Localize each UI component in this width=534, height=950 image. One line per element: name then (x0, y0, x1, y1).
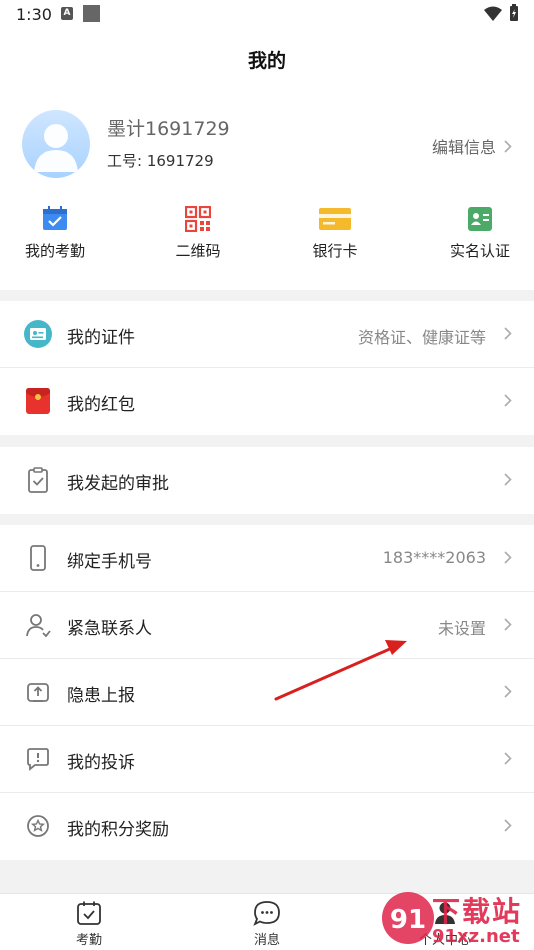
qr-code-icon (185, 206, 211, 232)
employee-id: 工号: 1691729 (107, 152, 214, 170)
tab-attendance-label: 考勤 (75, 933, 102, 948)
page-title: 我的 (247, 50, 286, 72)
watermark-logo-text: 91 (390, 905, 426, 935)
chevron-right-icon (504, 473, 512, 486)
site-watermark: 91 下载站 91xz.net (378, 888, 534, 950)
watermark-text: 下载站 (432, 895, 523, 928)
id-card-icon (468, 207, 492, 231)
watermark-logo-icon: 91 (382, 892, 434, 944)
notification-a-icon: A (61, 7, 73, 20)
quick-qr-code-label: 二维码 (175, 242, 221, 260)
menu-item-emergency-contact-value: 未设置 (437, 619, 486, 638)
star-medal-icon (27, 815, 49, 837)
clipboard-check-icon (28, 467, 48, 493)
user-name: 墨计1691729 (107, 118, 230, 140)
menu-item-approvals[interactable]: 我发起的审批 (0, 447, 534, 514)
chevron-right-icon (504, 618, 512, 631)
menu-item-emergency-contact-label: 紧急联系人 (67, 619, 152, 639)
menu-item-complaint[interactable]: 我的投诉 (0, 726, 534, 793)
menu-item-points-reward-label: 我的积分奖励 (67, 820, 169, 840)
chevron-right-icon (504, 819, 512, 832)
menu-group-settings: 绑定手机号 183****2063 紧急联系人 未设置 隐患上报 我的投诉 我的… (0, 525, 534, 860)
certificate-icon (24, 320, 52, 348)
tab-messages-label: 消息 (253, 933, 280, 948)
chevron-right-icon (504, 394, 512, 407)
edit-info-button[interactable]: 编辑信息 (432, 134, 512, 158)
quick-real-name-auth-label: 实名认证 (449, 242, 510, 260)
menu-item-red-packet[interactable]: 我的红包 (0, 368, 534, 435)
menu-group-personal: 我的证件 资格证、健康证等 我的红包 (0, 301, 534, 435)
tab-attendance[interactable]: 考勤 (39, 900, 139, 948)
menu-item-phone[interactable]: 绑定手机号 183****2063 (0, 525, 534, 592)
upload-report-icon (27, 683, 49, 702)
calendar-check-icon (43, 206, 67, 230)
quick-bank-card[interactable]: 银行卡 (280, 206, 390, 261)
battery-icon (510, 4, 518, 21)
quick-attendance[interactable]: 我的考勤 (0, 206, 110, 261)
watermark-url: 91xz.net (432, 926, 520, 947)
quick-qr-code[interactable]: 二维码 (143, 206, 253, 261)
menu-item-hazard-report[interactable]: 隐患上报 (0, 659, 534, 726)
menu-item-phone-value: 183****2063 (382, 548, 486, 567)
menu-item-certificates[interactable]: 我的证件 资格证、健康证等 (0, 301, 534, 368)
bank-card-icon (319, 208, 351, 230)
avatar[interactable] (22, 110, 90, 178)
tab-messages[interactable]: 消息 (217, 900, 317, 948)
default-avatar-icon (34, 124, 78, 172)
menu-item-red-packet-label: 我的红包 (67, 395, 135, 415)
notification-square-icon (83, 5, 100, 22)
chevron-right-icon (504, 752, 512, 765)
complaint-icon (27, 748, 49, 771)
quick-real-name-auth[interactable]: 实名认证 (425, 206, 534, 261)
title-bar: 我的 (0, 30, 534, 88)
chevron-right-icon (504, 139, 512, 153)
menu-item-hazard-report-label: 隐患上报 (67, 686, 135, 706)
chevron-right-icon (504, 685, 512, 698)
attendance-icon (77, 901, 101, 925)
status-bar: 1:30 A (0, 0, 534, 30)
status-time: 1:30 (16, 5, 52, 24)
menu-item-certificates-value: 资格证、健康证等 (357, 328, 486, 347)
wifi-icon (484, 6, 502, 21)
chevron-right-icon (504, 327, 512, 340)
profile-card: 墨计1691729 工号: 1691729 编辑信息 我的考勤 二维码 银行卡 … (0, 88, 534, 290)
red-packet-icon (26, 388, 50, 414)
menu-item-certificates-label: 我的证件 (67, 328, 135, 348)
quick-attendance-label: 我的考勤 (24, 242, 85, 260)
menu-item-approvals-label: 我发起的审批 (67, 474, 169, 494)
edit-info-label: 编辑信息 (431, 138, 496, 157)
menu-item-complaint-label: 我的投诉 (67, 753, 135, 773)
menu-item-points-reward[interactable]: 我的积分奖励 (0, 793, 534, 860)
contact-person-icon (26, 614, 51, 638)
menu-group-approval: 我发起的审批 (0, 447, 534, 514)
message-icon (253, 901, 280, 926)
menu-item-phone-label: 绑定手机号 (67, 552, 152, 572)
phone-icon (30, 545, 46, 571)
chevron-right-icon (504, 551, 512, 564)
menu-item-emergency-contact[interactable]: 紧急联系人 未设置 (0, 592, 534, 659)
quick-bank-card-label: 银行卡 (312, 242, 358, 260)
